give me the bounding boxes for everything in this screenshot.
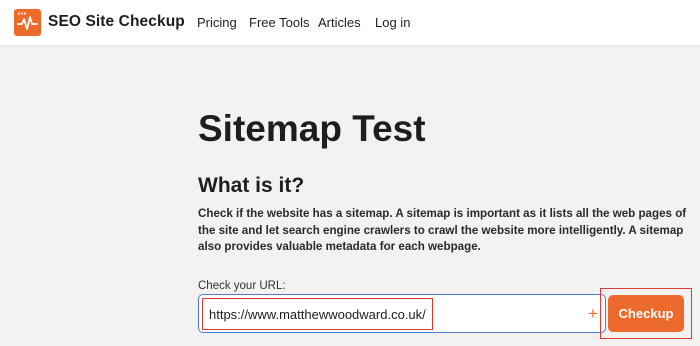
nav-free-tools[interactable]: Free Tools	[249, 15, 309, 30]
description-text: Check if the website has a sitemap. A si…	[198, 207, 687, 253]
page-title: Sitemap Test	[198, 108, 426, 149]
logo-icon[interactable]	[14, 9, 41, 36]
site-header: SEO Site Checkup Pricing Free Tools Arti…	[0, 0, 700, 46]
plus-icon[interactable]: +	[588, 305, 598, 322]
nav-log-in[interactable]: Log in	[375, 15, 410, 30]
nav-articles[interactable]: Articles	[318, 15, 361, 30]
nav-pricing[interactable]: Pricing	[197, 15, 237, 30]
section-heading: What is it?	[198, 174, 305, 197]
url-highlight-box	[202, 298, 433, 330]
brand-name[interactable]: SEO Site Checkup	[48, 13, 185, 31]
url-label: Check your URL:	[198, 280, 286, 292]
button-highlight-box	[600, 288, 692, 339]
